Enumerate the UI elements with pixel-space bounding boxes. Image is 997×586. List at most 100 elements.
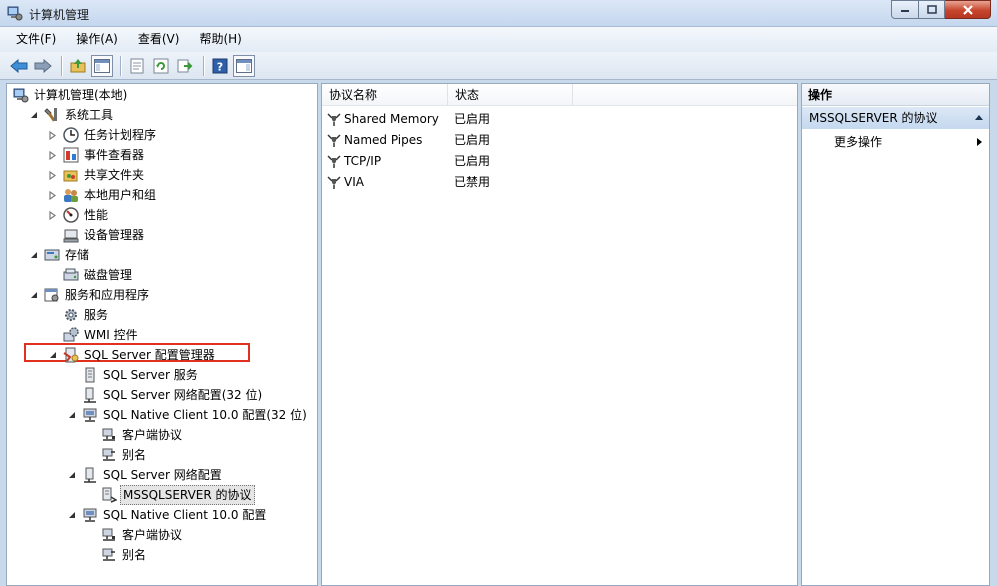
back-button[interactable] — [8, 55, 30, 77]
expanded-triangle-icon[interactable] — [66, 409, 78, 421]
wmi-icon — [63, 327, 79, 343]
collapsed-triangle-icon[interactable] — [47, 169, 59, 181]
refresh-button[interactable] — [150, 55, 172, 77]
client-protocol-icon — [101, 427, 117, 443]
console-tree[interactable]: 计算机管理(本地) 系统工具任务计划程序事件查看器共享文件夹 本地用户和组 性能设备管… — [6, 83, 318, 586]
tree-item-label: 设备管理器 — [84, 228, 145, 242]
collapse-up-icon — [975, 115, 983, 120]
disk-icon — [63, 267, 79, 283]
table-row[interactable]: Shared Memory 已启用 — [322, 108, 797, 129]
expanded-triangle-icon[interactable] — [28, 249, 40, 261]
protocol-list[interactable]: 协议名称 状态 Shared Memory 已启用 Named Pipes 已启用 TC… — [321, 83, 798, 586]
network-config-icon — [82, 387, 98, 403]
tree-item[interactable]: WMI 控件 — [47, 325, 140, 345]
table-row[interactable]: Named Pipes 已启用 — [322, 129, 797, 150]
tree-item[interactable]: 客户端协议 — [85, 525, 184, 545]
menu-file[interactable]: 文件(F) — [4, 27, 64, 52]
tree-item-label: 客户端协议 — [122, 428, 183, 442]
tree-item-label: SQL Native Client 10.0 配置 — [103, 508, 267, 522]
tree-item[interactable]: 设备管理器 — [47, 225, 146, 245]
action-pane-title: 操作 — [802, 84, 989, 106]
close-icon — [962, 4, 973, 15]
tree-item[interactable]: SQL Server 服务 — [66, 365, 200, 385]
client-protocol-icon — [101, 527, 117, 543]
protocol-name: TCP/IP — [344, 153, 382, 168]
maximize-icon — [926, 5, 937, 14]
tree-item[interactable]: 本地用户和组 — [47, 185, 158, 205]
up-level-button[interactable] — [67, 55, 89, 77]
console-tree-icon — [94, 58, 110, 73]
table-row[interactable]: TCP/IP 已启用 — [322, 150, 797, 171]
tree-item[interactable]: 任务计划程序 — [47, 125, 158, 145]
show-hide-action-pane-button[interactable] — [233, 54, 255, 77]
server-icon — [82, 367, 98, 383]
action-section-protocols[interactable]: MSSQLSERVER 的协议 — [802, 107, 989, 129]
tree-item[interactable]: 磁盘管理 — [47, 265, 134, 285]
tree-item-label: 别名 — [122, 548, 147, 562]
menu-view[interactable]: 查看(V) — [126, 27, 188, 52]
users-icon — [63, 187, 79, 203]
maximize-button[interactable] — [919, 0, 945, 19]
tree-item[interactable]: 性能 — [47, 205, 110, 225]
tree-item[interactable]: 服务 — [47, 305, 110, 325]
document-icon — [130, 58, 144, 73]
tree-item[interactable]: 共享文件夹 — [47, 165, 146, 185]
event-viewer-icon — [63, 147, 79, 163]
protocol-icon — [101, 487, 117, 503]
shared-folder-icon — [63, 167, 79, 183]
collapsed-triangle-icon[interactable] — [47, 189, 59, 201]
table-row[interactable]: VIA 已禁用 — [322, 171, 797, 192]
expanded-triangle-icon[interactable] — [28, 109, 40, 121]
menu-help[interactable]: 帮助(H) — [187, 27, 249, 52]
tree-item[interactable]: SQL Native Client 10.0 配置 — [66, 505, 268, 525]
minimize-button[interactable] — [891, 0, 919, 19]
tree-item[interactable]: MSSQLSERVER 的协议 — [85, 485, 255, 505]
tree-item[interactable]: 存储 — [28, 245, 91, 265]
forward-button[interactable] — [32, 55, 54, 77]
tree-item-label: 存储 — [65, 248, 90, 262]
services-gear-icon — [63, 307, 79, 323]
expanded-triangle-icon[interactable] — [66, 469, 78, 481]
tree-item[interactable]: SQL Server 配置管理器 — [47, 345, 217, 365]
menu-action[interactable]: 操作(A) — [64, 27, 126, 52]
tree-item[interactable]: 事件查看器 — [47, 145, 146, 165]
tree-item[interactable]: SQL Server 网络配置 — [66, 465, 224, 485]
tree-item[interactable]: SQL Native Client 10.0 配置(32 位) — [66, 405, 309, 425]
show-hide-tree-button[interactable] — [91, 54, 113, 77]
protocol-plug-icon — [326, 174, 342, 190]
alias-icon — [101, 547, 117, 563]
properties-button[interactable] — [126, 55, 148, 77]
tree-item[interactable]: 服务和应用程序 — [28, 285, 151, 305]
more-actions-item[interactable]: 更多操作 — [802, 131, 989, 153]
tree-item[interactable]: 客户端协议 — [85, 425, 184, 445]
export-button[interactable] — [174, 55, 196, 77]
submenu-arrow-icon — [977, 138, 982, 146]
collapsed-triangle-icon[interactable] — [47, 149, 59, 161]
column-status[interactable]: 状态 — [448, 84, 573, 106]
device-manager-icon — [63, 227, 79, 243]
close-button[interactable] — [945, 0, 991, 19]
expanded-triangle-icon[interactable] — [66, 509, 78, 521]
help-button[interactable]: ? — [209, 55, 231, 77]
column-protocol-name[interactable]: 协议名称 — [322, 84, 448, 106]
tree-item[interactable]: 别名 — [85, 545, 148, 565]
tree-item-label: 事件查看器 — [84, 148, 145, 162]
tree-item[interactable]: 计算机管理(本地) — [9, 85, 129, 105]
collapsed-triangle-icon[interactable] — [47, 129, 59, 141]
tree-item[interactable]: 系统工具 — [28, 105, 115, 125]
tree-item-label: 系统工具 — [65, 108, 114, 122]
computer-management-icon — [7, 6, 23, 21]
collapsed-triangle-icon[interactable] — [47, 209, 59, 221]
tree-item[interactable]: SQL Server 网络配置(32 位) — [66, 385, 264, 405]
expanded-triangle-icon[interactable] — [47, 349, 59, 361]
computer-management-icon — [13, 87, 29, 103]
expanded-triangle-icon[interactable] — [28, 289, 40, 301]
tree-item[interactable]: 别名 — [85, 445, 148, 465]
